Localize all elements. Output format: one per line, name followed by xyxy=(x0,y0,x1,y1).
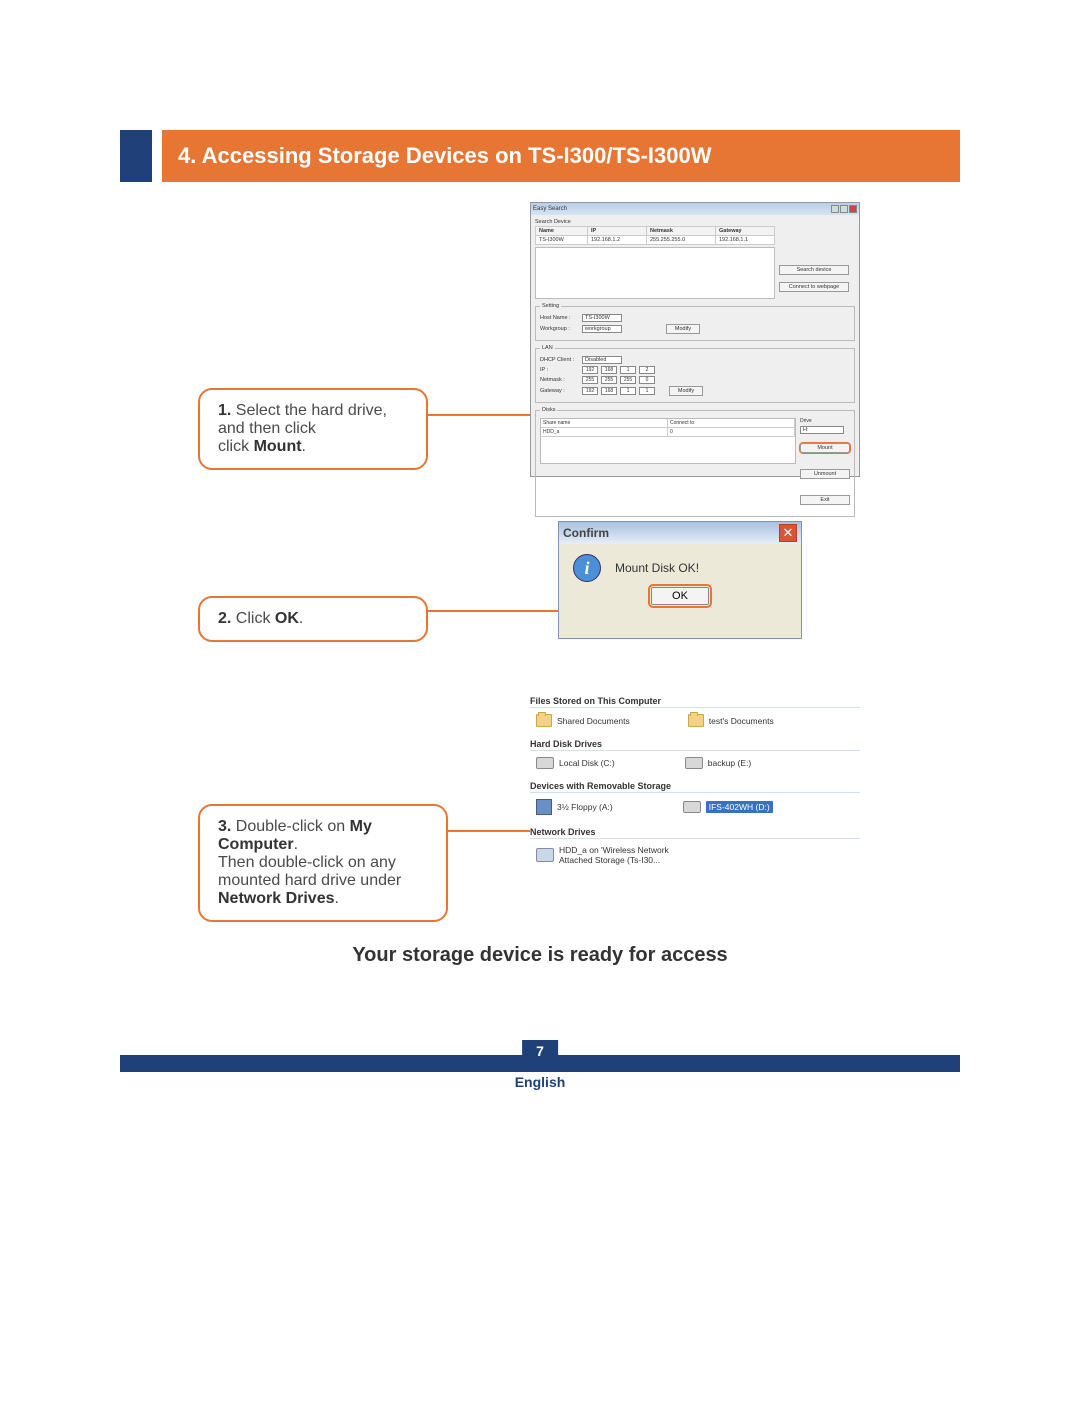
group-files-stored: Files Stored on This Computer xyxy=(530,696,860,708)
col-share: Share name xyxy=(541,419,668,427)
step-3-l2a: Then double-click on any mounted hard dr… xyxy=(218,854,401,889)
lan-legend: LAN xyxy=(540,345,555,351)
floppy-item[interactable]: 3½ Floppy (A:) xyxy=(536,799,613,815)
folder-icon xyxy=(536,714,552,727)
exit-button[interactable]: Exit xyxy=(800,495,850,505)
step-3-l1a: Double-click on xyxy=(231,818,349,835)
connector-3 xyxy=(448,830,530,832)
gateway-label: Gateway : xyxy=(540,388,578,394)
workgroup-label: Workgroup : xyxy=(540,326,578,332)
drive-select[interactable]: H: xyxy=(800,426,844,434)
local-disk-item[interactable]: Local Disk (C:) xyxy=(536,757,615,769)
ip-input[interactable]: 19216812 xyxy=(582,366,655,374)
step-1-number: 1. xyxy=(218,402,231,419)
page-footer: 7 English xyxy=(120,1055,960,1095)
step-2-text-a: Click xyxy=(231,610,275,627)
hostname-label: Host Name : xyxy=(540,315,578,321)
step-1-box: 1. Select the hard drive, and then click… xyxy=(198,388,428,470)
drive-label: Drive xyxy=(800,418,850,424)
step-1-bold: Mount xyxy=(254,438,302,455)
dialog-title: Confirm xyxy=(563,526,609,540)
header-accent-navy xyxy=(120,130,152,182)
page-number: 7 xyxy=(522,1040,558,1062)
connect-webpage-button[interactable]: Connect to webpage xyxy=(779,282,849,292)
step-2-box: 2. Click OK. xyxy=(198,596,428,642)
device-table: NameIPNetmaskGateway TS-I300W192.168.1.2… xyxy=(535,226,775,245)
search-device-button[interactable]: Search device xyxy=(779,265,849,275)
disks-legend: Disks xyxy=(540,407,557,413)
lan-modify-button[interactable]: Modify xyxy=(669,386,703,396)
col-name: Name xyxy=(536,227,588,236)
unmount-button[interactable]: Unmount xyxy=(800,469,850,479)
step-3-l2c: . xyxy=(335,890,339,907)
disks-fieldset: Disks Share nameConnect to HDD_a0 Drive … xyxy=(535,407,855,517)
col-gateway: Gateway xyxy=(715,227,774,236)
device-list-area xyxy=(535,247,775,299)
dhcp-label: DHCP Client : xyxy=(540,357,578,363)
gateway-input[interactable]: 19216811 xyxy=(582,387,655,395)
group-removable: Devices with Removable Storage xyxy=(530,781,860,793)
network-drive-item[interactable]: HDD_a on 'Wireless NetworkAttached Stora… xyxy=(536,845,669,865)
ip-label: IP : xyxy=(540,367,578,373)
col-netmask: Netmask xyxy=(646,227,715,236)
minimize-icon[interactable] xyxy=(831,205,839,213)
ok-button[interactable]: OK xyxy=(651,587,709,605)
backup-disk-item[interactable]: backup (E:) xyxy=(685,757,751,769)
step-1-text-a: Select the hard drive, and then click xyxy=(218,402,387,437)
maximize-icon[interactable] xyxy=(840,205,848,213)
step-2-text-b: . xyxy=(299,610,303,627)
netmask-input[interactable]: 2552552550 xyxy=(582,376,655,384)
search-device-label: Search Device xyxy=(535,219,855,225)
info-icon: i xyxy=(573,554,601,582)
group-hard-disk: Hard Disk Drives xyxy=(530,739,860,751)
step-3-box: 3. Double-click on My Computer. Then dou… xyxy=(198,804,448,922)
removable-disk-item[interactable]: IFS-402WH (D:) xyxy=(683,799,773,815)
section-header: 4. Accessing Storage Devices on TS-I300/… xyxy=(120,130,960,182)
ready-message: Your storage device is ready for access xyxy=(120,944,960,967)
step-2-bold: OK xyxy=(275,610,299,627)
workgroup-input[interactable]: workgroup xyxy=(582,325,622,333)
step-3-l1c: . xyxy=(294,836,298,853)
disk-icon xyxy=(683,801,701,813)
tests-documents-item[interactable]: test's Documents xyxy=(688,714,774,727)
window-titlebar[interactable]: Easy Search xyxy=(531,203,859,215)
disk-row[interactable]: HDD_a0 xyxy=(541,428,795,437)
language-label: English xyxy=(120,1074,960,1090)
network-drive-icon xyxy=(536,848,554,862)
dialog-titlebar[interactable]: Confirm ✕ xyxy=(559,522,801,544)
easy-search-window: Easy Search Search Device NameIPNetmaskG… xyxy=(530,202,860,477)
step-1-text-b: . xyxy=(302,438,306,455)
my-computer-view: Files Stored on This Computer Shared Doc… xyxy=(530,690,860,871)
step-3-l2b: Network Drives xyxy=(218,890,335,907)
hostname-input[interactable]: TS-I300W xyxy=(582,314,622,322)
table-row[interactable]: TS-I300W192.168.1.2255.255.255.0192.168.… xyxy=(536,236,775,245)
window-title: Easy Search xyxy=(533,206,567,212)
header-gap xyxy=(152,130,162,182)
lan-fieldset: LAN DHCP Client :Disabled IP : 19216812 … xyxy=(535,345,855,403)
dialog-message: Mount Disk OK! xyxy=(615,561,699,575)
step-3-number: 3. xyxy=(218,818,231,835)
setting-legend: Setting xyxy=(540,303,561,309)
disk-list[interactable]: Share nameConnect to HDD_a0 xyxy=(540,418,796,464)
setting-modify-button[interactable]: Modify xyxy=(666,324,700,334)
floppy-icon xyxy=(536,799,552,815)
dhcp-select[interactable]: Disabled xyxy=(582,356,622,364)
setting-fieldset: Setting Host Name : TS-I300W Workgroup : w… xyxy=(535,303,855,341)
disk-icon xyxy=(685,757,703,769)
folder-icon xyxy=(688,714,704,727)
close-icon[interactable]: ✕ xyxy=(779,524,797,542)
group-network-drives: Network Drives xyxy=(530,827,860,839)
close-icon[interactable] xyxy=(849,205,857,213)
netmask-label: Netmask : xyxy=(540,377,578,383)
col-ip: IP xyxy=(587,227,646,236)
section-title: 4. Accessing Storage Devices on TS-I300/… xyxy=(162,130,960,182)
shared-documents-item[interactable]: Shared Documents xyxy=(536,714,630,727)
step-2-number: 2. xyxy=(218,610,231,627)
confirm-dialog: Confirm ✕ i Mount Disk OK! OK xyxy=(558,521,802,639)
mount-button[interactable]: Mount xyxy=(800,443,850,453)
disk-icon xyxy=(536,757,554,769)
col-connect: Connect to xyxy=(668,419,795,427)
